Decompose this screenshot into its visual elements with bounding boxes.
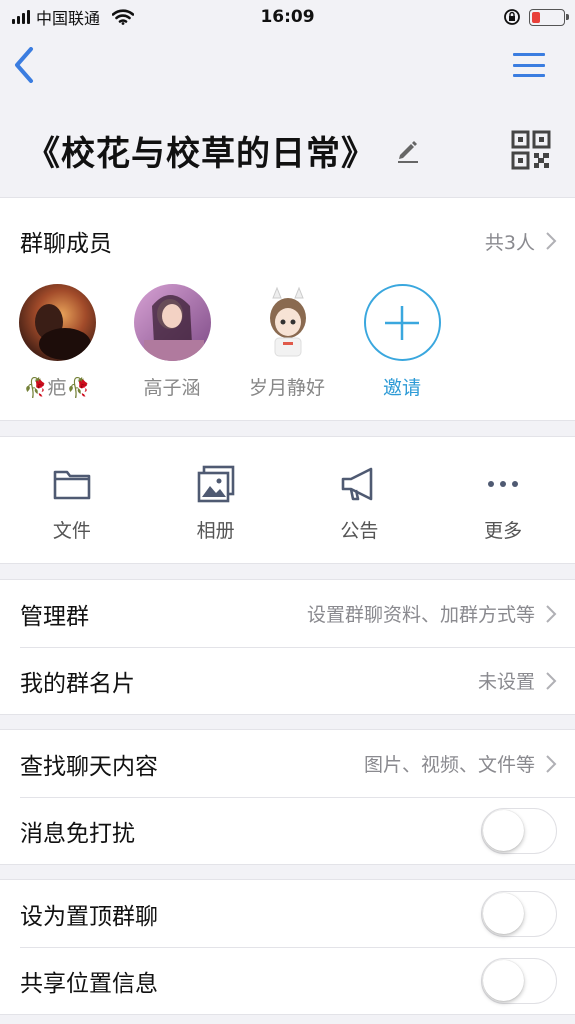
members-section: 群聊成员 共3人 🥀疤🥀 高子涵 岁月静好 邀请 (0, 197, 575, 421)
row-meta: 未设置 (478, 667, 557, 694)
hamburger-menu-icon (513, 53, 545, 56)
toggle-knob (483, 809, 524, 851)
mute-toggle[interactable] (481, 807, 557, 854)
member-item[interactable]: 高子涵 (133, 284, 211, 400)
row-value: 图片、视频、文件等 (363, 754, 535, 776)
chevron-right-icon (546, 604, 557, 623)
folder-icon (53, 470, 91, 499)
plus-icon (385, 305, 419, 340)
toggle-knob (483, 892, 524, 934)
pin-top-row: 设为置顶群聊 (0, 880, 575, 947)
menu-line (513, 63, 545, 67)
orientation-lock-icon (504, 9, 520, 25)
status-left: 中国联通 (12, 5, 135, 29)
manage-group-row[interactable]: 管理群 设置群聊资料、加群方式等 (0, 580, 575, 647)
group-header: 《校花与校草的日常》 (0, 118, 575, 182)
carrier-name: 中国联通 (36, 9, 101, 28)
share-location-row: 共享位置信息 (0, 947, 575, 1014)
group-title: 《校花与校草的日常》 (26, 133, 376, 174)
row-meta: 设置群聊资料、加群方式等 (307, 600, 557, 627)
members-count: 共3人 (484, 231, 535, 254)
misc-settings-section: 设为置顶群聊 共享位置信息 (0, 879, 575, 1015)
group-settings-section: 管理群 设置群聊资料、加群方式等 我的群名片 未设置 (0, 579, 575, 715)
member-name: 高子涵 (143, 377, 201, 399)
member-item[interactable]: 岁月静好 (248, 284, 326, 400)
chevron-left-icon (15, 47, 33, 83)
chevron-right-icon (546, 232, 557, 250)
members-header[interactable]: 群聊成员 共3人 (0, 198, 575, 284)
row-label: 设为置顶群聊 (20, 903, 158, 930)
chevron-right-icon (546, 754, 557, 773)
chevron-right-icon (546, 671, 557, 690)
invite-button[interactable]: 邀请 (363, 284, 441, 400)
announcement-button[interactable]: 公告 (288, 437, 432, 563)
qr-code-icon[interactable] (511, 130, 551, 170)
more-button[interactable]: 更多 (431, 437, 575, 563)
toggle-knob (483, 959, 524, 1001)
row-label: 管理群 (20, 603, 89, 630)
row-label: 我的群名片 (20, 670, 135, 697)
members-title: 群聊成员 (20, 231, 112, 257)
row-label: 查找聊天内容 (20, 753, 158, 780)
member-name: 岁月静好 (248, 377, 325, 399)
signal-icon (12, 10, 30, 24)
avatar (248, 284, 326, 361)
pin-top-toggle[interactable] (481, 890, 557, 937)
row-label: 消息免打扰 (20, 820, 135, 847)
row-value: 未设置 (477, 671, 535, 693)
row-label: 共享位置信息 (20, 970, 158, 997)
megaphone-icon (342, 467, 373, 500)
menu-button[interactable] (513, 50, 545, 80)
files-button[interactable]: 文件 (0, 437, 144, 563)
action-label: 文件 (52, 519, 91, 542)
row-meta: 图片、视频、文件等 (364, 750, 557, 777)
share-location-toggle[interactable] (481, 957, 557, 1004)
action-label: 相册 (196, 519, 235, 542)
invite-circle (363, 284, 441, 361)
status-right (503, 8, 569, 26)
more-dots-icon (488, 480, 519, 487)
row-value: 设置群聊资料、加群方式等 (306, 604, 535, 626)
member-name: 🥀疤🥀 (23, 377, 91, 399)
quick-actions: 文件 相册 公告 更多 (0, 436, 575, 564)
avatar (133, 284, 211, 361)
battery-icon (529, 8, 569, 26)
chat-settings-section: 查找聊天内容 图片、视频、文件等 消息免打扰 (0, 729, 575, 865)
search-chat-row[interactable]: 查找聊天内容 图片、视频、文件等 (0, 730, 575, 797)
photo-album-icon (197, 465, 234, 502)
album-button[interactable]: 相册 (144, 437, 288, 563)
status-bar: 中国联通 16:09 (0, 0, 575, 34)
back-button[interactable] (6, 44, 42, 86)
battery-level (532, 11, 540, 23)
avatar (18, 284, 96, 361)
wifi-icon (112, 9, 135, 25)
action-label: 更多 (484, 519, 523, 542)
pencil-icon[interactable] (394, 136, 422, 164)
action-label: 公告 (340, 519, 379, 542)
member-item[interactable]: 🥀疤🥀 (18, 284, 96, 400)
members-count-link[interactable]: 共3人 (485, 228, 557, 255)
members-list: 🥀疤🥀 高子涵 岁月静好 邀请 (0, 284, 575, 400)
my-group-card-row[interactable]: 我的群名片 未设置 (0, 647, 575, 714)
menu-line (513, 74, 545, 77)
invite-label: 邀请 (382, 377, 421, 399)
mute-row: 消息免打扰 (0, 797, 575, 864)
